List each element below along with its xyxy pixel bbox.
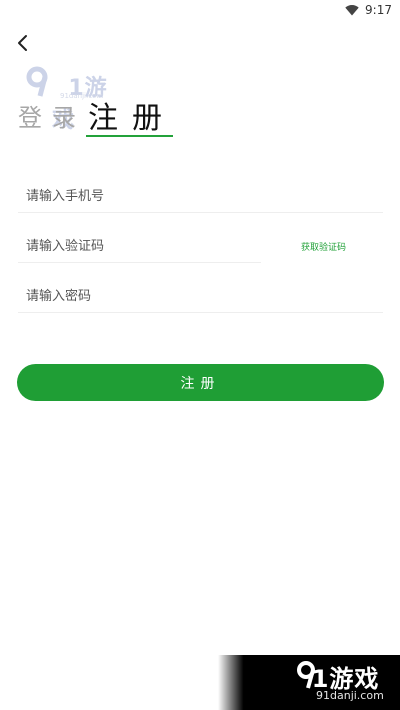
status-right: 9:17 <box>345 3 392 17</box>
active-tab-indicator <box>86 135 173 137</box>
status-bar: 9:17 <box>0 0 400 24</box>
phone-field <box>18 179 383 213</box>
tab-register[interactable]: 注册 <box>88 93 176 137</box>
brand-badge: 91游戏 91danji.com <box>218 655 400 710</box>
wifi-icon <box>345 5 359 16</box>
status-time: 9:17 <box>365 3 392 17</box>
brand-url: 91danji.com <box>316 689 384 702</box>
phone-input[interactable] <box>26 183 366 209</box>
back-button[interactable] <box>12 30 36 56</box>
register-button[interactable]: 注册 <box>17 364 384 401</box>
code-field <box>18 229 261 263</box>
get-code-button[interactable]: 获取验证码 <box>301 240 346 253</box>
password-input[interactable] <box>26 283 366 309</box>
tab-login[interactable]: 登录 <box>18 98 86 133</box>
verification-code-input[interactable] <box>26 233 246 259</box>
password-field <box>18 279 383 313</box>
chevron-left-icon <box>18 35 27 51</box>
